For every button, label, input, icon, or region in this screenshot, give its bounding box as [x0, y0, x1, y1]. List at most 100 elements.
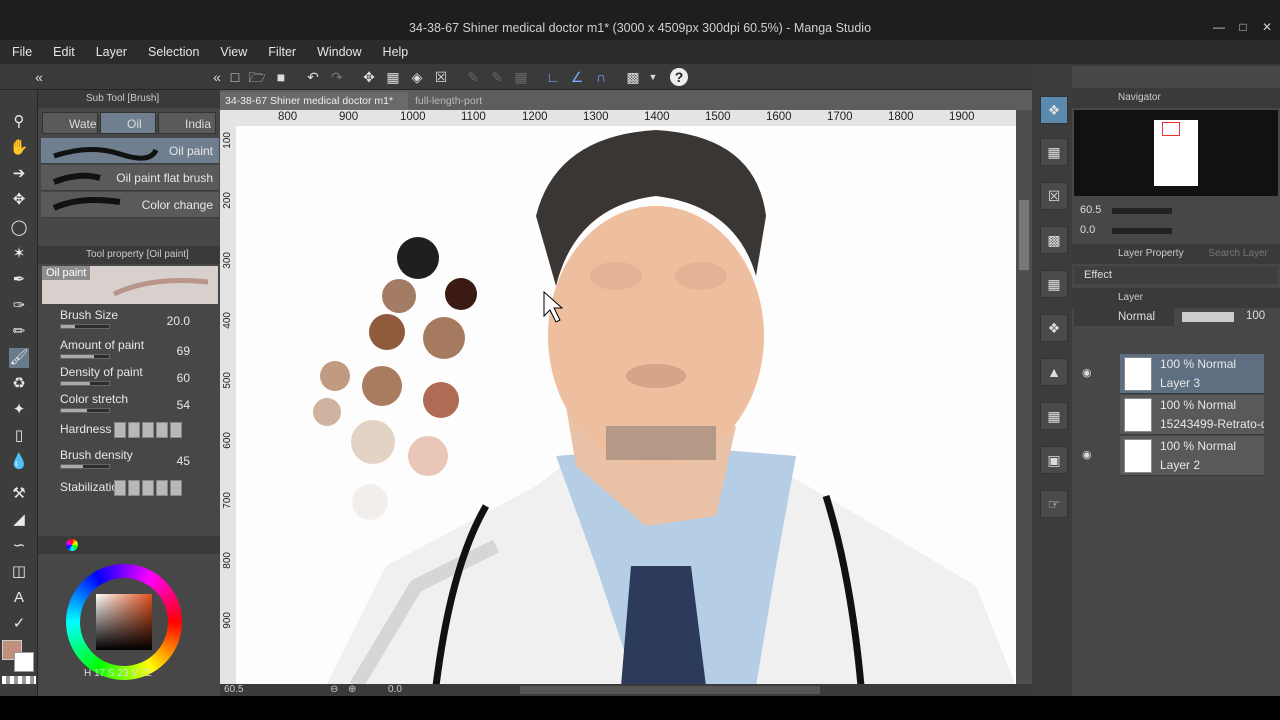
- undo-icon[interactable]: ↶: [304, 68, 322, 86]
- panel-icon-10[interactable]: ☞: [1040, 490, 1068, 518]
- property-stabilization[interactable]: Stabilization: [60, 480, 212, 506]
- property-segments[interactable]: [114, 422, 182, 438]
- transform-icon[interactable]: ✥: [360, 68, 378, 86]
- menu-help[interactable]: Help: [383, 45, 409, 59]
- color-square[interactable]: [96, 594, 152, 650]
- property-amount-of-paint[interactable]: Amount of paint 69: [60, 338, 212, 364]
- search-layer-tab[interactable]: Search Layer: [1208, 248, 1267, 259]
- fill-tool-icon[interactable]: ⚒: [9, 484, 29, 504]
- navigator-rotation-slider[interactable]: [1112, 228, 1172, 234]
- display-settings-icon[interactable]: ▩: [624, 68, 642, 86]
- property-density-of-paint[interactable]: Density of paint 60: [60, 365, 212, 391]
- property-brush-size[interactable]: Brush Size 20.0: [60, 308, 212, 334]
- balloon-tool-icon[interactable]: ✓: [9, 614, 29, 634]
- zoom-out-icon[interactable]: ⊖: [330, 684, 338, 696]
- move-layer-tool-icon[interactable]: ✥: [9, 190, 29, 210]
- panel-icon-7[interactable]: ▲: [1040, 358, 1068, 386]
- selection-tool-icon[interactable]: ◯: [9, 218, 29, 238]
- zoom-in-icon[interactable]: ⊕: [348, 684, 356, 696]
- pen-tool-icon[interactable]: ✑: [9, 296, 29, 316]
- disabled-tool-icon[interactable]: ✎: [464, 68, 482, 86]
- property-slider[interactable]: [60, 324, 110, 329]
- menu-window[interactable]: Window: [317, 45, 361, 59]
- menu-selection[interactable]: Selection: [148, 45, 199, 59]
- menu-layer[interactable]: Layer: [96, 45, 127, 59]
- scale-icon[interactable]: ☒: [432, 68, 450, 86]
- eraser-tool-icon[interactable]: ▯: [9, 426, 29, 446]
- subtool-tab-india-ink[interactable]: India: [158, 112, 216, 134]
- save-icon[interactable]: ■: [272, 68, 290, 86]
- redo-icon[interactable]: ↷: [328, 68, 346, 86]
- visibility-eye-icon[interactable]: ◉: [1082, 366, 1092, 379]
- eyedropper-tool-icon[interactable]: ✒: [9, 270, 29, 290]
- close-icon[interactable]: ✕: [1260, 20, 1274, 34]
- navigator-thumbnail[interactable]: [1154, 120, 1198, 186]
- menu-edit[interactable]: Edit: [53, 45, 75, 59]
- color-wheel[interactable]: [66, 564, 182, 680]
- maximize-icon[interactable]: □: [1236, 20, 1250, 34]
- panel-icon-2[interactable]: ▦: [1040, 138, 1068, 166]
- subtool-tab-watercolor[interactable]: Wate: [42, 112, 98, 134]
- menu-file[interactable]: File: [12, 45, 32, 59]
- pencil-tool-icon[interactable]: ✏: [9, 322, 29, 342]
- document-tab-active[interactable]: 34-38-67 Shiner medical doctor m1*: [220, 92, 408, 110]
- layer-row[interactable]: 100 % Normal 15243499-Retrato-de: [1120, 395, 1264, 435]
- menu-view[interactable]: View: [220, 45, 247, 59]
- panel-icon-8[interactable]: ▦: [1040, 402, 1068, 430]
- fill-icon[interactable]: ◈: [408, 68, 426, 86]
- property-slider[interactable]: [60, 354, 110, 359]
- operation-tool-icon[interactable]: ➔: [9, 164, 29, 184]
- drawing-canvas[interactable]: [236, 126, 1016, 686]
- sub-color-swatch[interactable]: [14, 652, 34, 672]
- figure-tool-icon[interactable]: ∽: [9, 536, 29, 556]
- document-tab-2[interactable]: full-length-port: [410, 92, 510, 110]
- snap-ruler-icon[interactable]: ∟: [544, 68, 562, 86]
- airbrush-tool-icon[interactable]: ♻: [9, 374, 29, 394]
- collapse-icon[interactable]: «: [208, 68, 226, 86]
- material-icon[interactable]: ❖: [1040, 96, 1068, 124]
- text-tool-icon[interactable]: A: [9, 588, 29, 608]
- property-slider[interactable]: [60, 381, 110, 386]
- panel-icon-9[interactable]: ▣: [1040, 446, 1068, 474]
- property-hardness[interactable]: Hardness: [60, 422, 212, 448]
- gradient-tool-icon[interactable]: ◢: [9, 510, 29, 530]
- panel-icon-6[interactable]: ❖: [1040, 314, 1068, 342]
- new-file-icon[interactable]: □: [226, 68, 244, 86]
- property-slider[interactable]: [60, 464, 110, 469]
- layer-row[interactable]: 100 % Normal Layer 3: [1120, 354, 1264, 394]
- property-brush-density[interactable]: Brush density 45: [60, 448, 212, 474]
- auto-select-tool-icon[interactable]: ✶: [9, 244, 29, 264]
- menu-filter[interactable]: Filter: [268, 45, 296, 59]
- blend-tool-icon[interactable]: 💧: [9, 452, 29, 472]
- disabled-tool-3-icon[interactable]: ▦: [512, 68, 530, 86]
- subtool-tab-oil-paint[interactable]: Oil pa: [100, 112, 156, 153]
- help-icon[interactable]: ?: [670, 68, 688, 86]
- frame-tool-icon[interactable]: ◫: [9, 562, 29, 582]
- panel-icon-4[interactable]: ▩: [1040, 226, 1068, 254]
- panel-icon-5[interactable]: ▦: [1040, 270, 1068, 298]
- snap-special-icon[interactable]: ∠: [568, 68, 586, 86]
- horizontal-scrollbar[interactable]: [520, 686, 820, 694]
- color-wheel-tab-icon[interactable]: [66, 539, 78, 551]
- opacity-slider[interactable]: [1182, 312, 1234, 322]
- scroll-thumb[interactable]: [1019, 200, 1029, 270]
- panel-icon-3[interactable]: ☒: [1040, 182, 1068, 210]
- transparent-color-icon[interactable]: [2, 676, 36, 684]
- property-slider[interactable]: [60, 408, 110, 413]
- brush-tool-icon[interactable]: 🖌: [9, 348, 29, 368]
- chevron-down-icon[interactable]: ▼: [644, 68, 662, 86]
- visibility-eye-icon[interactable]: ◉: [1082, 448, 1092, 461]
- blend-mode-select[interactable]: Normal: [1074, 308, 1174, 326]
- open-file-icon[interactable]: 🗁: [248, 68, 266, 86]
- property-segments[interactable]: [114, 480, 182, 496]
- decoration-tool-icon[interactable]: ✦: [9, 400, 29, 420]
- zoom-tool-icon[interactable]: ⚲: [9, 112, 29, 132]
- disabled-tool-2-icon[interactable]: ✎: [488, 68, 506, 86]
- vertical-scrollbar[interactable]: [1016, 110, 1032, 686]
- layer-row[interactable]: 100 % Normal Layer 2: [1120, 436, 1264, 476]
- hand-tool-icon[interactable]: ✋: [9, 138, 29, 158]
- select-all-icon[interactable]: ▦: [384, 68, 402, 86]
- collapse-left-icon[interactable]: «: [30, 68, 48, 86]
- snap-grid-icon[interactable]: ∩: [592, 68, 610, 86]
- navigator-zoom-slider[interactable]: [1112, 208, 1172, 214]
